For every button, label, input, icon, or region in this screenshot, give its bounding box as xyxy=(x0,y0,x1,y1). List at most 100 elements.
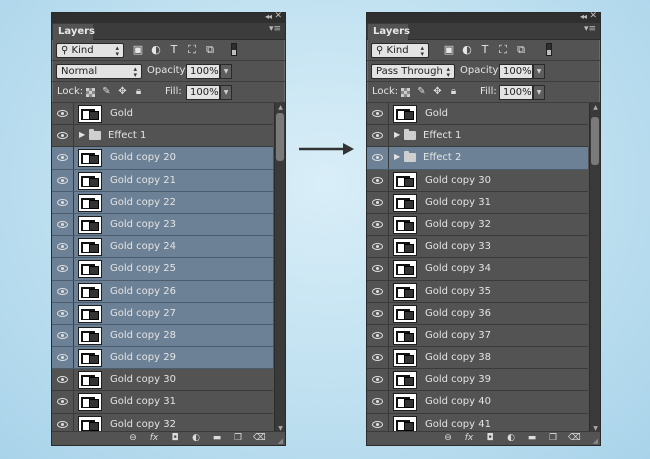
close-icon[interactable]: ✕ xyxy=(589,11,597,21)
blend-mode-select[interactable]: Normal ▴ ▾ xyxy=(56,64,142,79)
shape-layer-filter-icon[interactable]: ⛶ xyxy=(497,44,509,56)
eye-icon[interactable] xyxy=(372,331,383,339)
lock-position-icon[interactable]: ✥ xyxy=(432,86,443,98)
layer-thumbnail[interactable] xyxy=(393,349,417,368)
eye-icon[interactable] xyxy=(57,398,68,406)
eye-icon[interactable] xyxy=(57,265,68,273)
layer-row[interactable]: Gold copy 30 xyxy=(52,369,273,392)
layer-thumbnail[interactable] xyxy=(78,326,102,345)
layers-scrollbar[interactable]: ▲ ▼ xyxy=(589,103,600,433)
layer-thumbnail[interactable] xyxy=(393,105,417,123)
lock-position-icon[interactable]: ✥ xyxy=(117,86,128,98)
eye-icon[interactable] xyxy=(372,110,383,117)
visibility-toggle[interactable] xyxy=(52,213,74,236)
layer-thumbnail[interactable] xyxy=(78,105,102,123)
eye-icon[interactable] xyxy=(57,110,68,117)
lock-transparent-icon[interactable] xyxy=(400,86,411,98)
fill-input[interactable]: 100% xyxy=(186,85,220,100)
panel-menu-icon[interactable]: ▾≡ xyxy=(584,24,596,34)
adjustment-icon[interactable]: ◐ xyxy=(190,433,202,443)
lock-brush-icon[interactable]: ✎ xyxy=(416,86,427,98)
layer-thumbnail[interactable] xyxy=(393,171,417,190)
layer-thumbnail[interactable] xyxy=(393,393,417,412)
eye-icon[interactable] xyxy=(372,220,383,228)
visibility-toggle[interactable] xyxy=(367,236,389,258)
visibility-toggle[interactable] xyxy=(367,391,389,413)
layer-thumbnail[interactable] xyxy=(78,238,102,257)
visibility-toggle[interactable] xyxy=(52,324,74,347)
layer-row[interactable]: Gold copy 28 xyxy=(52,324,273,348)
blend-mode-select[interactable]: Pass Through ▴ ▾ xyxy=(371,64,455,79)
layer-row[interactable]: Gold copy 34 xyxy=(367,258,588,281)
fill-dropdown-icon[interactable]: ▼ xyxy=(220,85,232,100)
layer-thumbnail[interactable] xyxy=(393,215,417,234)
pixel-layer-filter-icon[interactable]: ▣ xyxy=(132,44,144,56)
layer-thumbnail[interactable] xyxy=(78,393,102,412)
layer-row[interactable]: Gold copy 37 xyxy=(367,324,588,348)
mask-icon[interactable]: ◘ xyxy=(484,433,496,443)
visibility-toggle[interactable] xyxy=(367,324,389,347)
layer-thumbnail[interactable] xyxy=(78,215,102,234)
tab-layers[interactable]: Layers xyxy=(368,24,410,40)
resize-grip-icon[interactable]: ◢ xyxy=(278,437,283,445)
trash-icon[interactable]: ⌫ xyxy=(253,433,266,443)
layer-thumbnail[interactable] xyxy=(393,238,417,257)
layer-thumbnail[interactable] xyxy=(393,304,417,323)
adjustment-layer-filter-icon[interactable]: ◐ xyxy=(150,44,162,56)
collapse-icon[interactable]: ◂◂ xyxy=(265,12,272,21)
layer-thumbnail[interactable] xyxy=(393,282,417,301)
visibility-toggle[interactable] xyxy=(367,302,389,324)
visibility-toggle[interactable] xyxy=(367,347,389,369)
adjustment-icon[interactable]: ◐ xyxy=(505,433,517,443)
eye-icon[interactable] xyxy=(372,243,383,251)
expand-triangle-icon[interactable]: ▶ xyxy=(394,152,400,161)
layer-row[interactable]: Gold copy 35 xyxy=(367,280,588,303)
layer-row[interactable]: Gold xyxy=(52,103,273,126)
visibility-toggle[interactable] xyxy=(52,169,74,191)
visibility-toggle[interactable] xyxy=(367,369,389,391)
filter-toggle[interactable] xyxy=(231,43,237,56)
expand-triangle-icon[interactable]: ▶ xyxy=(79,130,85,139)
trash-icon[interactable]: ⌫ xyxy=(568,433,581,443)
layer-row[interactable]: Gold copy 30 xyxy=(367,169,588,192)
layer-thumbnail[interactable] xyxy=(78,282,102,301)
type-layer-filter-icon[interactable]: T xyxy=(168,44,180,56)
eye-icon[interactable] xyxy=(372,354,383,362)
resize-grip-icon[interactable]: ◢ xyxy=(593,437,598,445)
eye-icon[interactable] xyxy=(57,132,68,140)
scroll-up-icon[interactable]: ▲ xyxy=(276,104,285,111)
eye-icon[interactable] xyxy=(372,309,383,317)
filter-kind-select[interactable]: ⚲ Kind ▴ ▾ xyxy=(56,43,124,58)
type-layer-filter-icon[interactable]: T xyxy=(479,44,491,56)
eye-icon[interactable] xyxy=(57,287,68,295)
eye-icon[interactable] xyxy=(57,420,68,428)
lock-transparent-icon[interactable] xyxy=(85,86,96,98)
folder-icon[interactable]: ▬ xyxy=(211,433,223,443)
visibility-toggle[interactable] xyxy=(367,280,389,302)
visibility-toggle[interactable] xyxy=(52,191,74,213)
layer-row[interactable]: Gold copy 36 xyxy=(367,302,588,325)
tab-layers[interactable]: Layers xyxy=(53,24,95,40)
eye-icon[interactable] xyxy=(372,198,383,206)
eye-icon[interactable] xyxy=(57,154,68,162)
eye-icon[interactable] xyxy=(57,243,68,251)
eye-icon[interactable] xyxy=(372,287,383,295)
layer-row[interactable]: Gold copy 27 xyxy=(52,302,273,325)
eye-icon[interactable] xyxy=(372,154,383,162)
folder-icon[interactable]: ▬ xyxy=(526,433,538,443)
visibility-toggle[interactable] xyxy=(367,147,389,169)
eye-icon[interactable] xyxy=(372,420,383,428)
visibility-toggle[interactable] xyxy=(367,191,389,213)
visibility-toggle[interactable] xyxy=(52,347,74,369)
visibility-toggle[interactable] xyxy=(52,236,74,258)
layer-thumbnail[interactable] xyxy=(78,349,102,368)
eye-icon[interactable] xyxy=(372,176,383,184)
layer-thumbnail[interactable] xyxy=(78,371,102,390)
visibility-toggle[interactable] xyxy=(367,169,389,191)
mask-icon[interactable]: ◘ xyxy=(169,433,181,443)
fill-dropdown-icon[interactable]: ▼ xyxy=(533,85,545,100)
layers-scrollbar[interactable]: ▲ ▼ xyxy=(274,103,285,433)
opacity-dropdown-icon[interactable]: ▼ xyxy=(533,64,545,79)
smart-object-filter-icon[interactable]: ⧉ xyxy=(515,44,527,56)
expand-triangle-icon[interactable]: ▶ xyxy=(394,130,400,139)
